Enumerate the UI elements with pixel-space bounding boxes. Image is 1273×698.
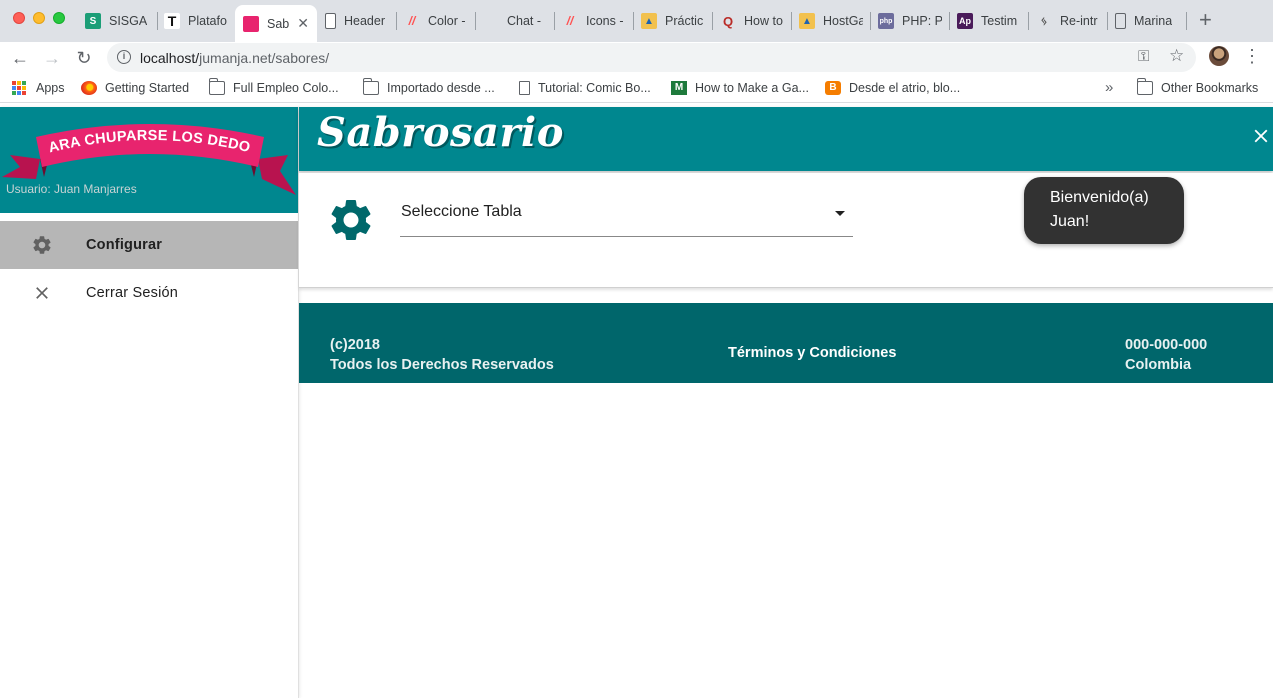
folder-icon — [362, 78, 379, 95]
platform-t-icon: T — [164, 13, 180, 29]
browser-tab[interactable]: T Platafo — [164, 6, 230, 36]
blogger-icon: B — [825, 81, 841, 95]
welcome-toast: Bienvenido(a) Juan! — [1024, 177, 1184, 244]
ribbon-banner: PARA CHUPARSE LOS DEDOS — [0, 107, 296, 195]
php-icon: php — [878, 13, 894, 29]
apps-grid-icon — [12, 81, 28, 95]
sidenav-item-configurar[interactable]: Configurar — [0, 221, 298, 269]
sisga-s-icon: S — [85, 13, 101, 29]
browser-tab[interactable]: // Color - — [404, 6, 470, 36]
browser-tab[interactable]: Chat - — [483, 6, 547, 36]
select-placeholder: Seleccione Tabla — [401, 203, 522, 220]
bookmark-apps[interactable]: Apps — [12, 81, 65, 95]
hostgator-icon: ▲ — [641, 13, 657, 29]
firefox-icon — [81, 81, 97, 95]
side-navigation: PARA CHUPARSE LOS DEDOS Usuario: Juan Ma… — [0, 107, 299, 698]
folder-icon — [208, 78, 225, 95]
browser-tab[interactable]: php PHP: P — [878, 6, 942, 36]
ap-icon: Ap — [957, 13, 973, 29]
bookmarks-bar: Apps Getting Started Full Empleo Colo...… — [0, 74, 1273, 103]
window-maximize-button[interactable] — [53, 12, 65, 24]
page: PARA CHUPARSE LOS DEDOS Usuario: Juan Ma… — [0, 107, 1273, 698]
browser-tab[interactable]: ▲ Práctic — [641, 6, 705, 36]
url-text[interactable]: localhost/jumanja.net/sabores/ — [140, 50, 329, 66]
green-m-icon: M — [671, 81, 687, 95]
folder-icon — [1136, 78, 1153, 95]
browser-tab[interactable]: Header — [325, 6, 390, 36]
page-icon — [519, 81, 530, 95]
footer-contact: 000-000-000 Colombia — [1125, 337, 1208, 373]
browser-tab-active[interactable]: Sab ✕ — [235, 5, 317, 42]
page-icon — [1115, 13, 1126, 29]
bookmark-folder[interactable]: Full Empleo Colo... — [208, 78, 339, 95]
browser-tab-strip: S SISGA T Platafo Sab ✕ Header // Color … — [0, 0, 1273, 42]
window-close-button[interactable] — [13, 12, 25, 24]
bookmark-folder[interactable]: Importado desde ... — [362, 78, 495, 95]
sidenav-header: PARA CHUPARSE LOS DEDOS Usuario: Juan Ma… — [0, 107, 298, 213]
browser-tab[interactable]: Q How to — [720, 6, 784, 36]
reload-icon[interactable]: ↻ — [72, 46, 96, 70]
page-icon — [325, 13, 336, 29]
footer-copyright: (c)2018 Todos los Derechos Reservados — [330, 337, 554, 373]
table-select-dropdown[interactable]: Seleccione Tabla — [400, 200, 853, 237]
browser-tab[interactable]: S SISGA — [85, 6, 147, 36]
material-icon: // — [566, 14, 574, 28]
back-arrow-icon[interactable]: ← — [8, 46, 32, 70]
code-icon: ᛃ — [1040, 14, 1048, 28]
profile-avatar[interactable] — [1209, 46, 1229, 66]
key-icon[interactable]: ⚿ — [1138, 48, 1149, 65]
bookmark-blogger[interactable]: B Desde el atrio, blo... — [825, 81, 960, 95]
info-icon[interactable]: i — [117, 50, 131, 64]
chevron-down-icon — [835, 211, 845, 216]
browser-tab[interactable]: ᛃ Re-intr — [1036, 6, 1100, 36]
browser-menu-icon[interactable]: ⋮ — [1243, 46, 1261, 66]
bookmark-getting-started[interactable]: Getting Started — [81, 81, 189, 95]
browser-tab[interactable]: // Icons - — [562, 6, 626, 36]
address-bar[interactable]: i localhost/jumanja.net/sabores/ ⚿ ☆ — [107, 43, 1196, 72]
gear-icon — [30, 233, 54, 257]
browser-toolbar: ← → ↻ i localhost/jumanja.net/sabores/ ⚿… — [0, 42, 1273, 74]
forward-arrow-icon[interactable]: → — [40, 46, 64, 70]
browser-tab[interactable]: Ap Testim — [957, 6, 1021, 36]
brand-logo[interactable]: Sabrosario — [317, 109, 564, 156]
user-name-label: Usuario: Juan Manjarres — [6, 182, 137, 196]
window-minimize-button[interactable] — [33, 12, 45, 24]
browser-tab[interactable]: ▲ HostGa — [799, 6, 863, 36]
close-icon[interactable] — [1250, 125, 1272, 147]
sidenav-item-label: Cerrar Sesión — [86, 285, 179, 301]
other-bookmarks[interactable]: Other Bookmarks — [1136, 78, 1258, 95]
blank-icon — [483, 13, 499, 29]
tab-close-icon[interactable]: ✕ — [297, 15, 309, 32]
page-footer: (c)2018 Todos los Derechos Reservados Té… — [299, 303, 1273, 383]
bookmark-how-to-make[interactable]: M How to Make a Ga... — [671, 81, 809, 95]
quora-icon: Q — [722, 13, 734, 29]
bookmark-tutorial[interactable]: Tutorial: Comic Bo... — [519, 81, 651, 95]
hostgator-icon: ▲ — [799, 13, 815, 29]
new-tab-button[interactable]: + — [1199, 9, 1212, 31]
terms-link[interactable]: Términos y Condiciones — [728, 345, 896, 361]
browser-tab[interactable]: Marina — [1115, 6, 1179, 36]
sidenav-item-label: Configurar — [86, 237, 163, 253]
more-bookmarks-chevron-icon[interactable]: » — [1105, 79, 1113, 96]
material-icon: // — [408, 14, 416, 28]
settings-gear-icon — [326, 195, 376, 245]
sabrosario-icon — [243, 15, 259, 32]
sidenav-item-cerrar-sesion[interactable]: Cerrar Sesión — [0, 269, 298, 317]
close-icon — [30, 281, 54, 305]
bookmark-star-icon[interactable]: ☆ — [1169, 46, 1184, 66]
app-header: Sabrosario — [299, 107, 1273, 171]
